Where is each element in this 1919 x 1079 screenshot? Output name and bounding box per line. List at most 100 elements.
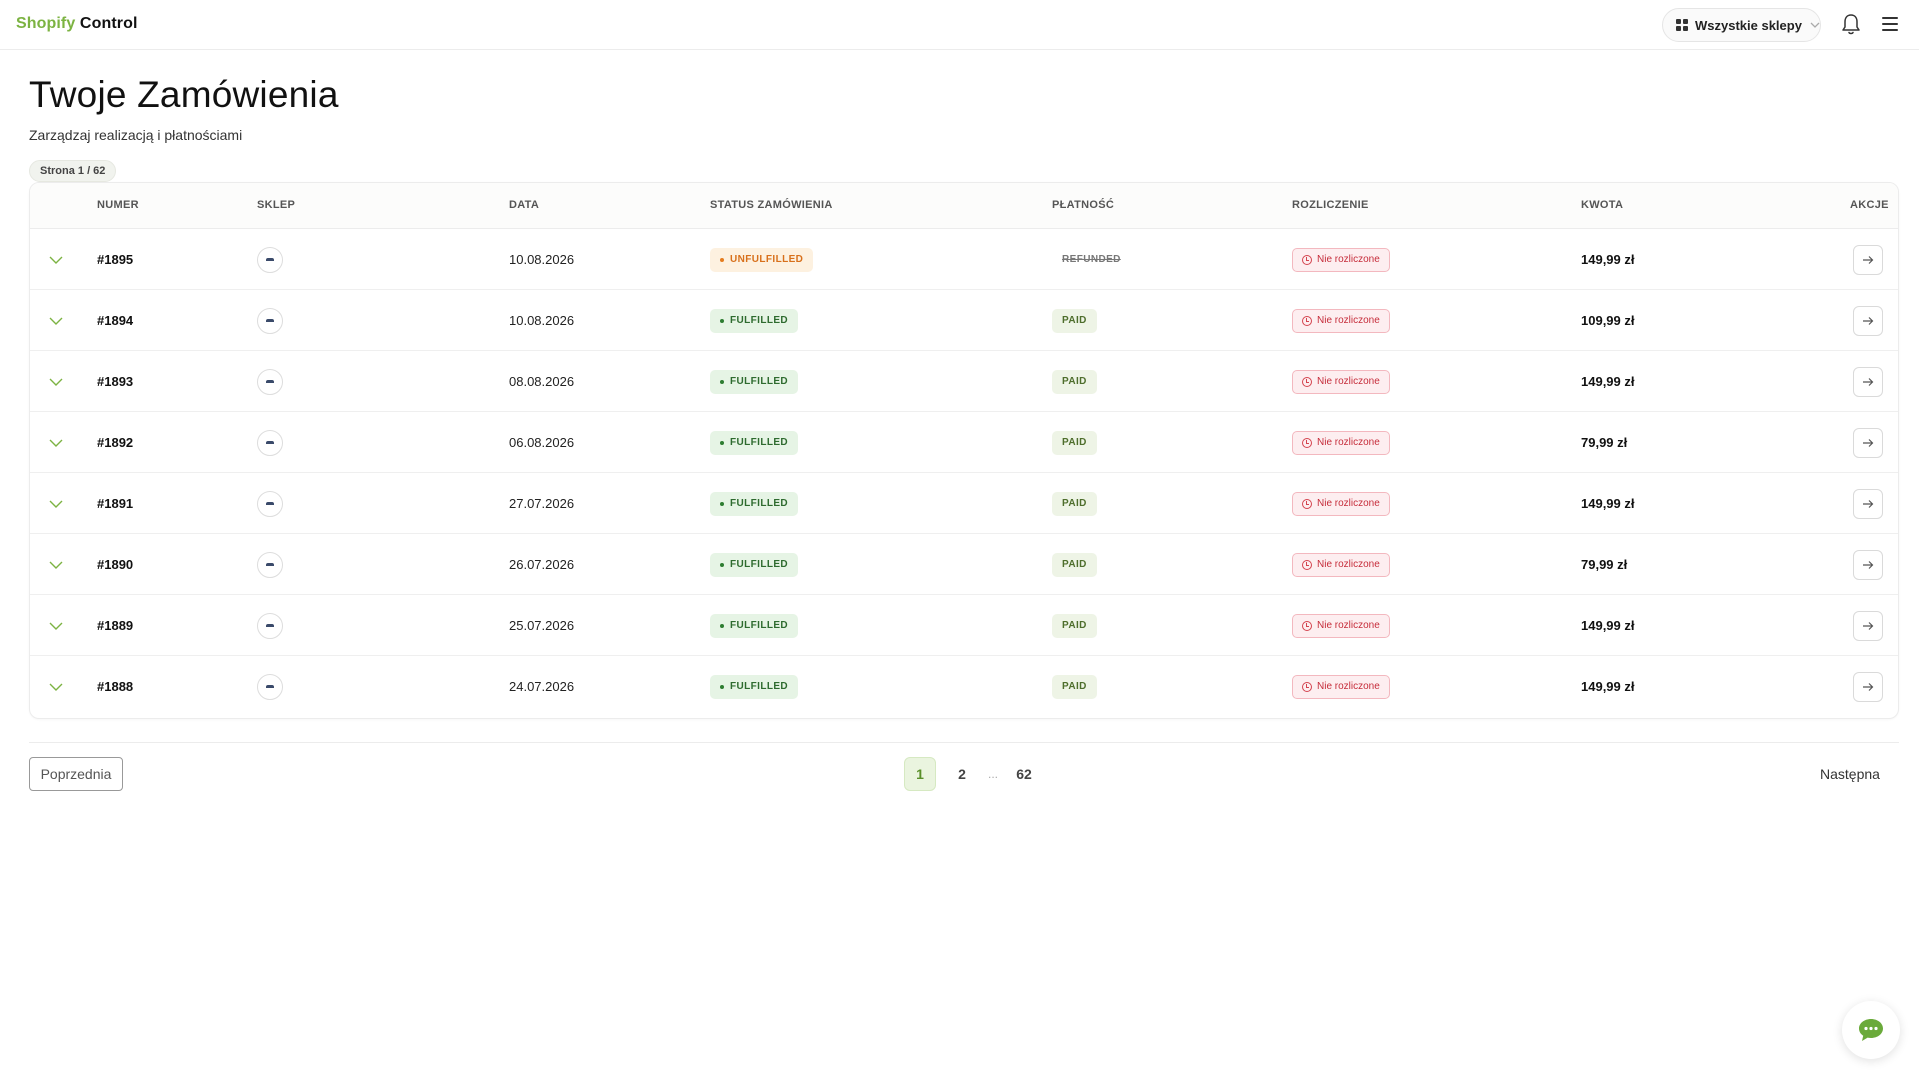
table-row[interactable]: #1889 25.07.2026 FULFILLED PAID Nie rozl… [30, 595, 1898, 656]
grid-icon [1676, 19, 1688, 31]
order-number[interactable]: #1888 [97, 656, 133, 717]
order-status-cell: FULFILLED [710, 412, 799, 473]
page-button-2[interactable]: 2 [946, 757, 978, 791]
table-row[interactable]: #1893 08.08.2026 FULFILLED PAID Nie rozl… [30, 351, 1898, 412]
actions-cell [1853, 229, 1883, 290]
open-order-button[interactable] [1853, 244, 1883, 275]
payment-cell: PAID [1052, 473, 1097, 534]
bell-icon[interactable] [1840, 12, 1862, 36]
status-dot-icon [720, 684, 724, 689]
order-number[interactable]: #1892 [97, 412, 133, 473]
next-page-button[interactable]: Następna [1820, 757, 1880, 791]
actions-cell [1853, 473, 1883, 534]
actions-cell [1853, 351, 1883, 412]
column-header-actions: AKCJE [1850, 199, 1889, 211]
table-row[interactable]: #1890 26.07.2026 FULFILLED PAID Nie rozl… [30, 534, 1898, 595]
order-status-cell: FULFILLED [710, 534, 799, 595]
order-amount: 149,99 zł [1581, 496, 1635, 511]
clock-icon [1302, 620, 1312, 631]
payment-status-badge: PAID [1052, 308, 1097, 333]
order-number[interactable]: #1889 [97, 595, 133, 656]
top-bar: Shopify Control Wszystkie sklepy [0, 0, 1919, 50]
order-number[interactable]: #1894 [97, 290, 133, 351]
chevron-down-icon [49, 500, 63, 508]
app-logo[interactable]: Shopify Control [16, 15, 138, 33]
open-order-button[interactable] [1853, 305, 1883, 336]
payment-status-badge: REFUNDED [1062, 254, 1121, 265]
order-number[interactable]: #1890 [97, 534, 133, 595]
chat-button[interactable] [1842, 1001, 1900, 1059]
page-button-1[interactable]: 1 [904, 757, 936, 791]
table-row[interactable]: #1895 10.08.2026 UNFULFILLED REFUNDED Ni… [30, 229, 1898, 290]
arrow-right-icon [1863, 499, 1874, 508]
expand-row-button[interactable] [46, 229, 66, 290]
arrow-right-icon [1863, 255, 1874, 264]
previous-page-button[interactable]: Poprzednia [29, 757, 123, 791]
clock-icon [1302, 498, 1312, 509]
chevron-down-icon [49, 317, 63, 325]
page-indicator-badge: Strona 1 / 62 [29, 160, 117, 182]
order-status-cell: FULFILLED [710, 351, 799, 412]
pagination-divider [29, 742, 1899, 743]
expand-row-button[interactable] [46, 656, 66, 717]
chevron-down-icon [49, 256, 63, 264]
clock-icon [1302, 254, 1312, 265]
order-number[interactable]: #1895 [97, 229, 133, 290]
shop-avatar [257, 368, 283, 395]
pagination-pages: 1 2 ... 62 [904, 757, 1050, 791]
settlement-label: Nie rozliczone [1317, 437, 1380, 448]
open-order-button[interactable] [1853, 366, 1883, 397]
expand-row-button[interactable] [46, 351, 66, 412]
open-order-button[interactable] [1853, 610, 1883, 641]
open-order-button[interactable] [1853, 488, 1883, 519]
order-status-badge: FULFILLED [710, 308, 799, 333]
order-status-cell: FULFILLED [710, 473, 799, 534]
order-status-label: UNFULFILLED [730, 254, 804, 265]
order-amount: 109,99 zł [1581, 313, 1635, 328]
table-row[interactable]: #1892 06.08.2026 FULFILLED PAID Nie rozl… [30, 412, 1898, 473]
open-order-button[interactable] [1853, 427, 1883, 458]
settlement-cell: Nie rozliczone [1292, 229, 1390, 290]
shop-cell [257, 656, 283, 717]
store-selector[interactable]: Wszystkie sklepy [1662, 8, 1821, 42]
settlement-badge: Nie rozliczone [1292, 247, 1390, 272]
table-row[interactable]: #1888 24.07.2026 FULFILLED PAID Nie rozl… [30, 656, 1898, 717]
chat-bubble-icon [1859, 1019, 1883, 1041]
order-amount: 149,99 zł [1581, 679, 1635, 694]
order-number[interactable]: #1891 [97, 473, 133, 534]
table-header: NUMER SKLEP DATA STATUS ZAMÓWIENIA PŁATN… [30, 183, 1898, 229]
order-date: 10.08.2026 [509, 313, 575, 328]
order-amount: 149,99 zł [1581, 374, 1635, 389]
order-number[interactable]: #1893 [97, 351, 133, 412]
order-date: 25.07.2026 [509, 618, 575, 633]
settlement-badge: Nie rozliczone [1292, 430, 1390, 455]
payment-status-badge: PAID [1052, 430, 1097, 455]
expand-row-button[interactable] [46, 412, 66, 473]
expand-row-button[interactable] [46, 534, 66, 595]
actions-cell [1853, 290, 1883, 351]
order-status-label: FULFILLED [730, 559, 789, 570]
chevron-down-icon [49, 439, 63, 447]
actions-cell [1853, 595, 1883, 656]
table-row[interactable]: #1891 27.07.2026 FULFILLED PAID Nie rozl… [30, 473, 1898, 534]
table-row[interactable]: #1894 10.08.2026 FULFILLED PAID Nie rozl… [30, 290, 1898, 351]
order-amount: 79,99 zł [1581, 435, 1628, 450]
page-button-last[interactable]: 62 [1008, 757, 1040, 791]
expand-row-button[interactable] [46, 595, 66, 656]
settlement-badge: Nie rozliczone [1292, 308, 1390, 333]
shop-cell [257, 412, 283, 473]
shop-cell [257, 534, 283, 595]
settlement-badge: Nie rozliczone [1292, 369, 1390, 394]
payment-status-badge: PAID [1052, 613, 1097, 638]
settlement-cell: Nie rozliczone [1292, 351, 1390, 412]
settlement-label: Nie rozliczone [1317, 315, 1380, 326]
arrow-right-icon [1863, 377, 1874, 386]
expand-row-button[interactable] [46, 473, 66, 534]
expand-row-button[interactable] [46, 290, 66, 351]
hamburger-menu-icon[interactable] [1882, 17, 1898, 31]
chevron-down-icon [49, 622, 63, 630]
settlement-label: Nie rozliczone [1317, 681, 1380, 692]
open-order-button[interactable] [1853, 549, 1883, 580]
open-order-button[interactable] [1853, 671, 1883, 702]
status-dot-icon [720, 562, 724, 567]
